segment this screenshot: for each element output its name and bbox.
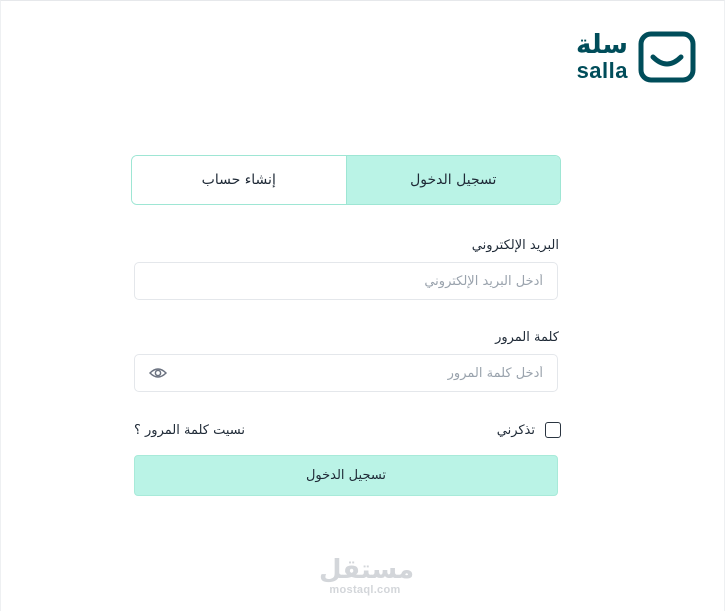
tab-register[interactable]: إنشاء حساب: [132, 156, 346, 204]
tab-login[interactable]: تسجيل الدخول: [345, 156, 560, 204]
eye-icon[interactable]: [149, 366, 167, 380]
remember-label: تذكرني: [496, 422, 535, 438]
options-row: تذكرني نسيت كلمة المرور ؟: [134, 422, 561, 438]
logo-text-ar: سلة: [576, 30, 628, 60]
email-field[interactable]: [135, 263, 557, 299]
logo-text-en: salla: [576, 58, 628, 83]
auth-tabs: تسجيل الدخول إنشاء حساب: [131, 155, 561, 205]
salla-logo: سلة salla: [576, 31, 696, 83]
email-field-box: [134, 262, 558, 300]
watermark-ar: مستقل: [319, 555, 415, 585]
remember-me: تذكرني: [497, 422, 561, 438]
password-field[interactable]: [135, 355, 557, 391]
login-button[interactable]: تسجيل الدخول: [134, 455, 558, 496]
password-field-box: [134, 354, 558, 392]
forgot-password-link[interactable]: نسيت كلمة المرور ؟: [134, 423, 245, 438]
email-label: البريد الإلكتروني: [471, 238, 559, 253]
password-label: كلمة المرور: [495, 330, 559, 345]
logo-text: سلة salla: [576, 32, 628, 82]
salla-bag-smile-icon: [638, 31, 696, 83]
watermark-en: mostaql.com: [329, 584, 401, 596]
remember-checkbox[interactable]: [545, 422, 561, 438]
login-form: تسجيل الدخول إنشاء حساب البريد الإلكترون…: [131, 155, 561, 496]
login-page: سلة salla تسجيل الدخول إنشاء حساب البريد…: [0, 0, 725, 611]
mostaql-watermark: مستقل mostaql.com: [319, 555, 415, 596]
